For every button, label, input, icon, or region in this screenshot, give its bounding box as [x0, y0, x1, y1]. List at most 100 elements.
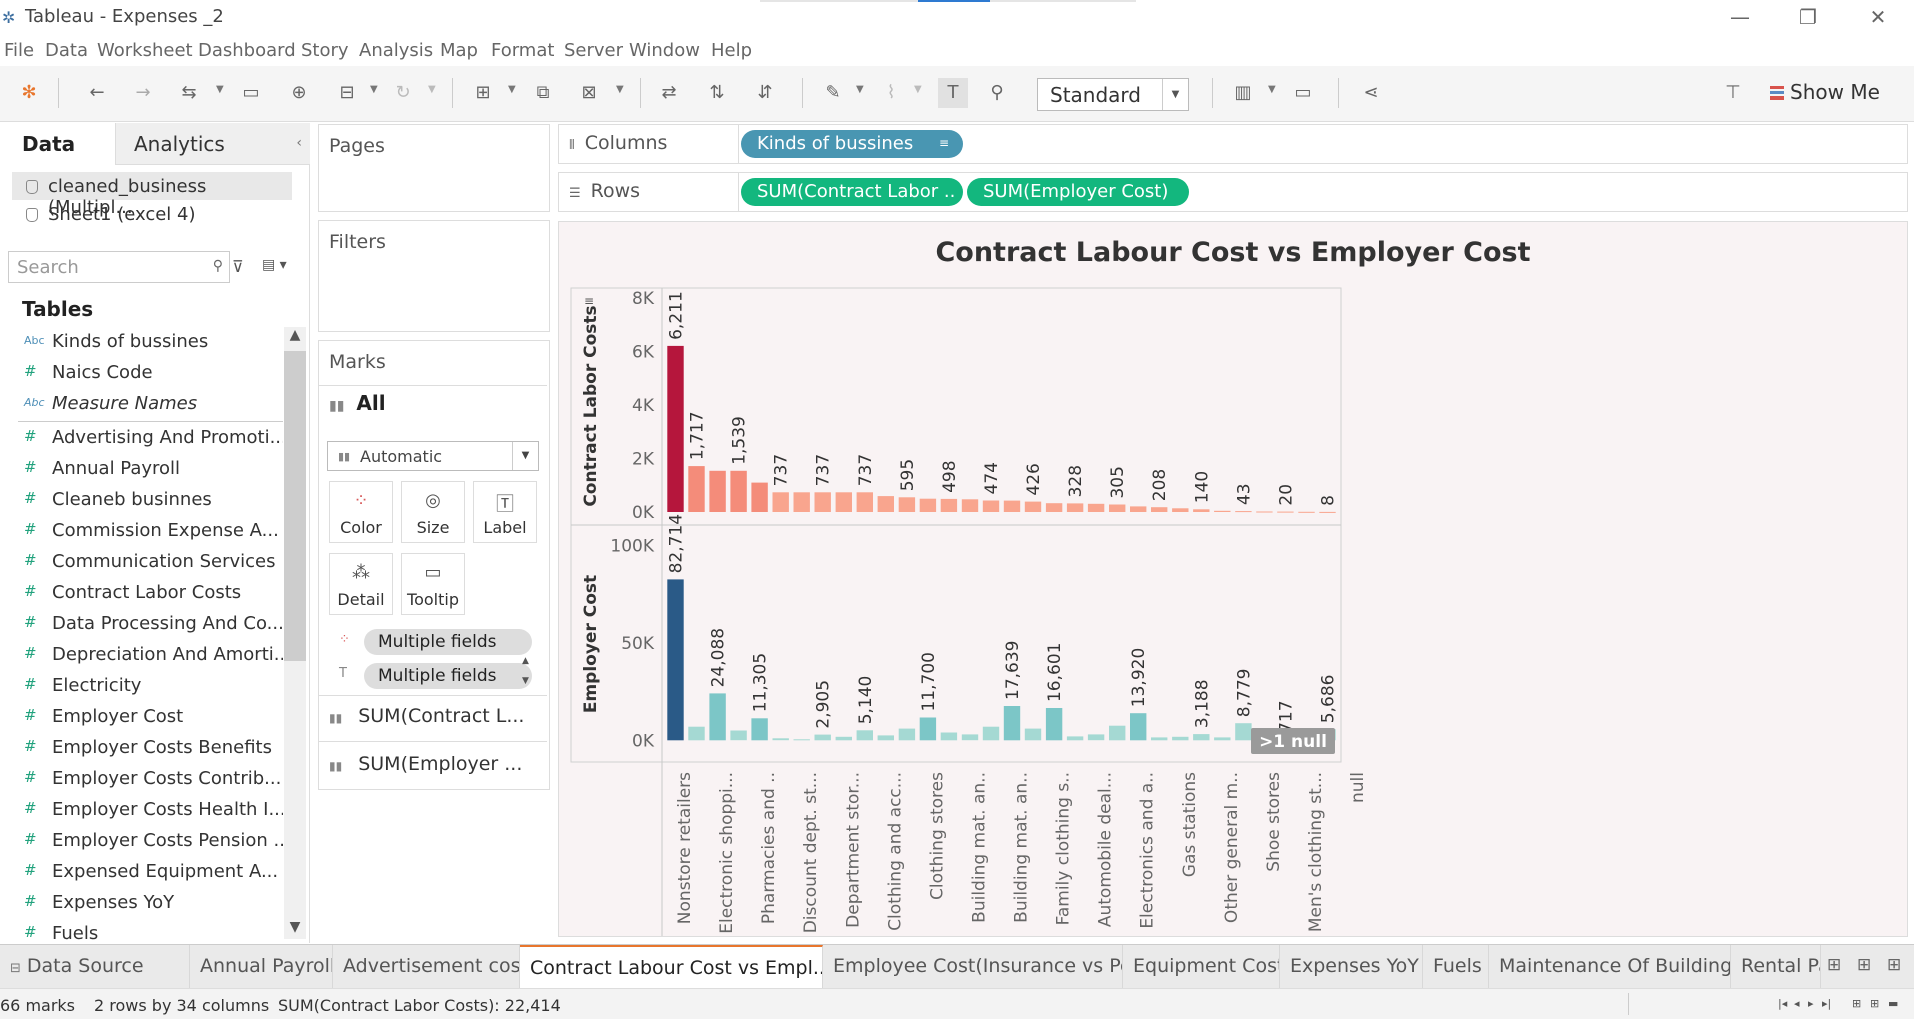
- new-story-icon[interactable]: ⊞: [1887, 955, 1901, 975]
- filters-shelf[interactable]: Filters: [318, 220, 550, 332]
- field-item[interactable]: # Communication Services: [0, 547, 283, 578]
- new-worksheet-dropdown-icon[interactable]: ▼: [508, 84, 516, 95]
- field-item[interactable]: # Expensed Equipment A...: [0, 857, 283, 888]
- scroll-down-icon[interactable]: ▼: [284, 919, 306, 939]
- save-icon[interactable]: ▭: [240, 82, 262, 104]
- scroll-up-icon[interactable]: ▲: [284, 327, 306, 347]
- visualization-area[interactable]: Contract Labour Cost vs Employer Cost 8K 6…: [558, 221, 1908, 937]
- new-worksheet-icon[interactable]: ⊞: [1827, 955, 1841, 975]
- new-worksheet-icon[interactable]: ⊞: [472, 82, 494, 104]
- field-item[interactable]: # Employer Costs Contrib...: [0, 764, 283, 795]
- grid-view-icon[interactable]: ⊞: [1870, 997, 1879, 1010]
- field-item[interactable]: # Naics Code: [0, 358, 283, 389]
- label-field-pill[interactable]: Multiple fields: [364, 663, 532, 689]
- pause-dropdown-icon[interactable]: ▼: [370, 84, 378, 95]
- swap-icon[interactable]: ⇄: [658, 82, 680, 104]
- tab-view-icon[interactable]: ▬: [1888, 997, 1898, 1010]
- field-item[interactable]: # Employer Costs Health I...: [0, 795, 283, 826]
- mark-type-select[interactable]: ▮▮ Automatic ▼: [327, 441, 539, 471]
- field-item[interactable]: # Cleaneb businnes: [0, 485, 283, 516]
- pill-scroll-up-icon[interactable]: ▲: [522, 656, 529, 666]
- view-options-icon[interactable]: ▤ ▾: [262, 257, 287, 273]
- size-button[interactable]: ◎ Size: [401, 481, 465, 543]
- replay-icon[interactable]: ⇆: [178, 82, 200, 104]
- highlight-icon[interactable]: ✎: [822, 82, 844, 104]
- filter-icon[interactable]: ⊽: [232, 257, 244, 276]
- fix-axes-icon[interactable]: ⚲: [986, 82, 1008, 104]
- tab-sheet[interactable]: Maintenance Of Buildings: [1489, 945, 1731, 989]
- highlight-dropdown-icon[interactable]: ▼: [856, 84, 864, 95]
- marks-all-tab[interactable]: ▮▮ All: [329, 391, 386, 415]
- show-labels-icon[interactable]: T: [938, 78, 968, 108]
- presentation-mode-icon[interactable]: ▭: [1292, 82, 1314, 104]
- format-painter-icon[interactable]: ⊤: [1722, 82, 1744, 104]
- field-item[interactable]: # Expenses YoY: [0, 888, 283, 919]
- filmstrip-view-icon[interactable]: ⊞: [1852, 997, 1861, 1010]
- menu-file[interactable]: File: [4, 40, 34, 61]
- color-button[interactable]: ⁘ Color: [329, 481, 393, 543]
- redo-icon[interactable]: →: [132, 82, 154, 104]
- datasource-item[interactable]: Sheet1 (excel 4): [12, 200, 292, 228]
- first-sheet-icon[interactable]: |◂: [1778, 997, 1787, 1010]
- refresh-icon[interactable]: ↻: [392, 82, 414, 104]
- tab-data[interactable]: Data: [0, 123, 115, 165]
- field-item[interactable]: # Advertising And Promoti...: [0, 423, 283, 454]
- tab-sheet[interactable]: Expenses YoY: [1280, 945, 1423, 989]
- field-item[interactable]: # Employer Costs Benefits: [0, 733, 283, 764]
- collapse-pane-icon[interactable]: ‹: [296, 135, 302, 151]
- tab-sheet[interactable]: Advertisement cost: [333, 945, 520, 989]
- refresh-dropdown-icon[interactable]: ▼: [428, 84, 436, 95]
- tab-analytics[interactable]: Analytics ‹: [115, 123, 310, 165]
- pages-shelf[interactable]: Pages: [318, 124, 550, 212]
- field-item[interactable]: # Commission Expense A...: [0, 516, 283, 547]
- menu-server[interactable]: Server: [564, 40, 623, 61]
- columns-pill[interactable]: Kinds of bussines ≡: [741, 130, 963, 158]
- menu-story[interactable]: Story: [301, 40, 349, 61]
- scrollbar-thumb[interactable]: [284, 351, 306, 661]
- field-list-scrollbar[interactable]: ▲ ▼: [284, 327, 306, 939]
- field-item[interactable]: # Employer Costs Pension ...: [0, 826, 283, 857]
- tab-sheet[interactable]: Equipment Cost: [1123, 945, 1280, 989]
- duplicate-icon[interactable]: ⧉: [532, 82, 554, 104]
- share-icon[interactable]: ⋖: [1360, 82, 1382, 104]
- rows-pill[interactable]: SUM(Contract Labor ..: [741, 178, 963, 206]
- field-item[interactable]: Abc Measure Names: [0, 389, 283, 420]
- field-item[interactable]: Abc Kinds of bussines: [0, 327, 283, 358]
- menu-window[interactable]: Window: [629, 40, 700, 61]
- close-button[interactable]: ✕: [1858, 4, 1898, 30]
- sort-descending-icon[interactable]: ⇵: [754, 82, 776, 104]
- group-icon[interactable]: ⌇: [880, 82, 902, 104]
- new-dashboard-icon[interactable]: ⊞: [1857, 955, 1871, 975]
- pill-scroll-down-icon[interactable]: ▼: [522, 676, 529, 686]
- chart-svg[interactable]: Contract Labour Cost vs Employer Cost 8K 6…: [559, 222, 1907, 936]
- menu-format[interactable]: Format: [491, 40, 554, 61]
- color-field-pill[interactable]: Multiple fields: [364, 629, 532, 655]
- pause-updates-icon[interactable]: ⊟: [336, 82, 358, 104]
- rows-pill[interactable]: SUM(Employer Cost): [967, 178, 1189, 206]
- show-cards-icon[interactable]: ▥: [1232, 82, 1254, 104]
- replay-dropdown-icon[interactable]: ▼: [216, 84, 224, 95]
- menu-map[interactable]: Map: [440, 40, 478, 61]
- clear-sheet-icon[interactable]: ⊠: [578, 82, 600, 104]
- undo-icon[interactable]: ←: [86, 82, 108, 104]
- tab-sheet[interactable]: Rental Pay: [1731, 945, 1821, 989]
- tooltip-button[interactable]: ▭ Tooltip: [401, 553, 465, 615]
- field-item[interactable]: # Contract Labor Costs: [0, 578, 283, 609]
- tableau-start-icon[interactable]: ✻: [18, 82, 40, 104]
- tab-sheet-active[interactable]: Contract Labour Cost vs Empl...: [520, 945, 823, 989]
- label-button[interactable]: 🅃 Label: [473, 481, 537, 543]
- menu-data[interactable]: Data: [45, 40, 88, 61]
- field-item[interactable]: # Electricity: [0, 671, 283, 702]
- field-item[interactable]: # Annual Payroll: [0, 454, 283, 485]
- menu-help[interactable]: Help: [711, 40, 752, 61]
- fit-select[interactable]: Standard ▼: [1037, 78, 1189, 111]
- datasource-item[interactable]: cleaned_business (Multipl...: [12, 172, 292, 218]
- prev-sheet-icon[interactable]: ◂: [1794, 997, 1800, 1010]
- menu-analysis[interactable]: Analysis: [359, 40, 433, 61]
- show-cards-dropdown-icon[interactable]: ▼: [1268, 84, 1276, 95]
- group-dropdown-icon[interactable]: ▼: [914, 84, 922, 95]
- tab-sheet[interactable]: Fuels: [1423, 945, 1489, 989]
- marks-measure-tab[interactable]: ▮▮ SUM(Employer ...: [329, 753, 522, 775]
- show-me-button[interactable]: Show Me: [1770, 80, 1880, 104]
- columns-shelf[interactable]: ⦀ Columns Kinds of bussines ≡: [558, 124, 1908, 164]
